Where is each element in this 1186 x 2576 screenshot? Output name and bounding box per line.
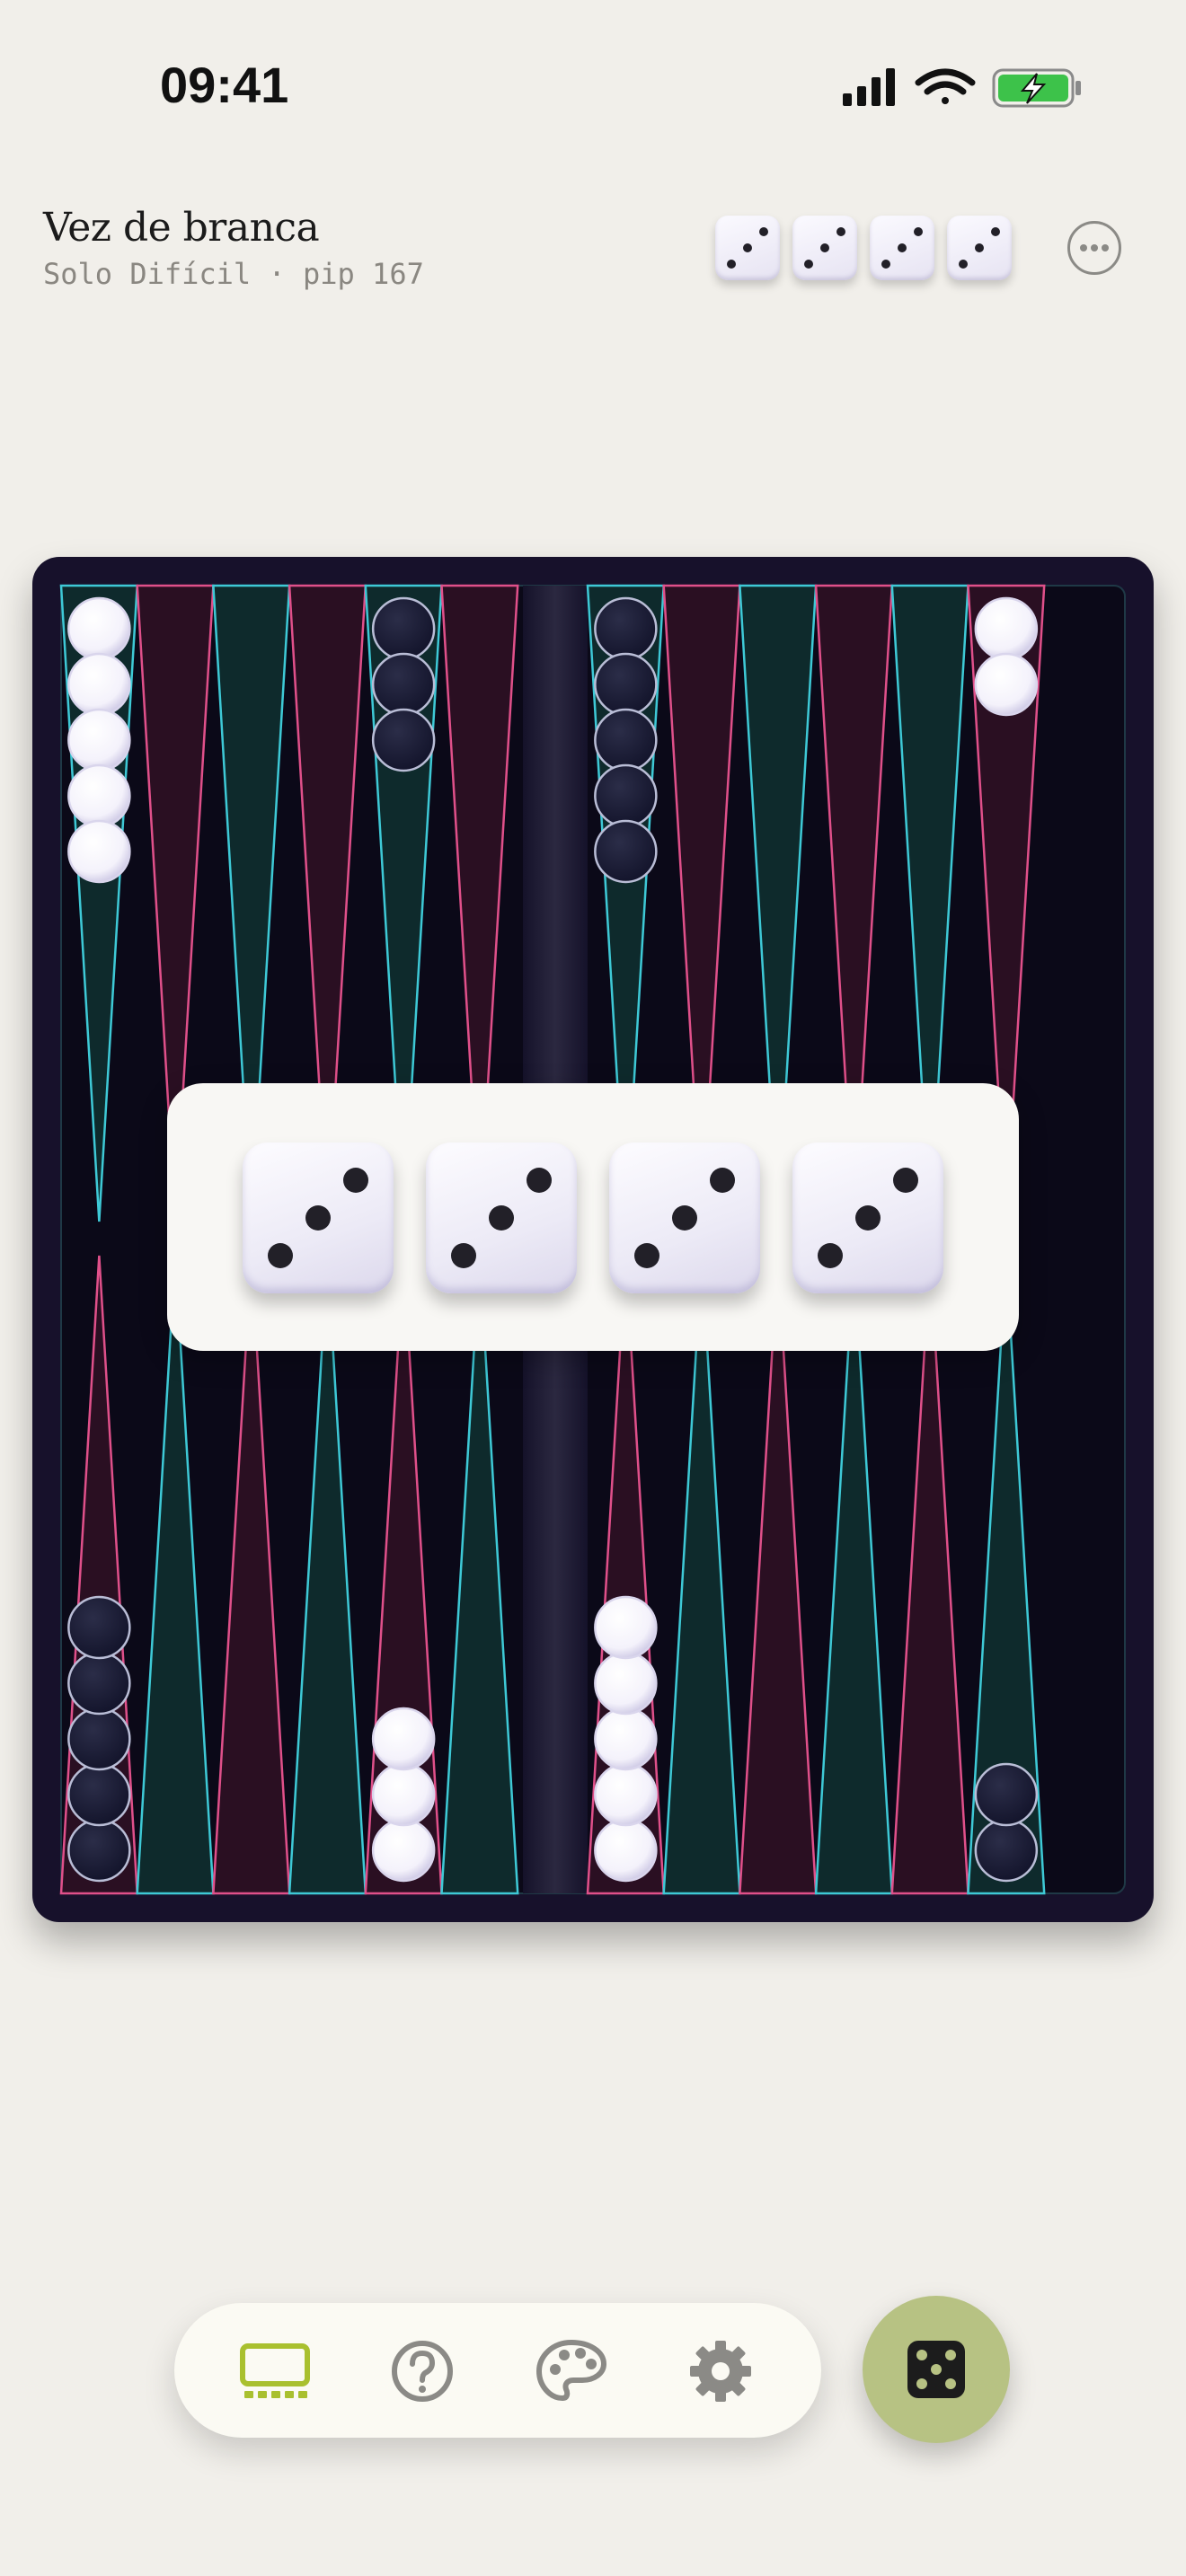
die-pip <box>959 260 968 269</box>
tab-settings[interactable] <box>679 2330 762 2413</box>
white-checker[interactable] <box>67 819 131 884</box>
black-checker[interactable] <box>67 1762 131 1827</box>
rolled-die <box>243 1142 394 1293</box>
die-pip <box>836 227 845 236</box>
white-checker[interactable] <box>594 1595 658 1660</box>
die-pip <box>343 1168 368 1193</box>
black-checker[interactable] <box>974 1818 1039 1883</box>
black-checker[interactable] <box>594 763 658 828</box>
white-checker[interactable] <box>594 1762 658 1827</box>
white-checker[interactable] <box>67 596 131 661</box>
status-bar: 09:41 <box>0 0 1186 171</box>
black-checker[interactable] <box>371 652 436 717</box>
mini-die <box>715 216 780 280</box>
status-icons <box>836 63 1087 113</box>
cellular-signal-icon <box>843 68 895 106</box>
die-pip <box>527 1168 552 1193</box>
white-checker[interactable] <box>974 652 1039 717</box>
die-pip <box>672 1205 697 1231</box>
white-checker[interactable] <box>67 652 131 717</box>
mini-die <box>870 216 934 280</box>
die-pip <box>634 1243 659 1268</box>
die-pip <box>855 1205 881 1231</box>
die-pip <box>804 260 813 269</box>
white-checker[interactable] <box>594 1651 658 1716</box>
bottom-tab-bar <box>174 2303 821 2438</box>
dice-roll-panel <box>167 1083 1019 1351</box>
black-checker[interactable] <box>67 1818 131 1883</box>
black-checker[interactable] <box>67 1707 131 1771</box>
die-pip <box>881 260 890 269</box>
mini-die <box>947 216 1012 280</box>
black-checker[interactable] <box>371 596 436 661</box>
black-checker[interactable] <box>594 708 658 772</box>
wifi-icon <box>915 68 976 104</box>
turn-title: Vez de branca <box>43 205 320 251</box>
die-pip <box>268 1243 293 1268</box>
more-options-button[interactable] <box>1067 221 1121 275</box>
palette-icon <box>536 2340 606 2401</box>
black-checker[interactable] <box>594 819 658 884</box>
die-pip <box>898 243 907 252</box>
die-pip <box>975 243 984 252</box>
white-checker[interactable] <box>67 763 131 828</box>
ellipsis-circle-icon <box>1080 244 1109 251</box>
question-circle-icon <box>392 2341 453 2402</box>
tab-board[interactable] <box>234 2330 316 2413</box>
black-checker[interactable] <box>67 1595 131 1660</box>
roll-dice-button[interactable] <box>863 2296 1010 2443</box>
die-pip <box>991 227 1000 236</box>
white-checker[interactable] <box>371 1818 436 1883</box>
die-pip <box>743 243 752 252</box>
die-pip <box>893 1168 918 1193</box>
rolled-die <box>609 1142 760 1293</box>
tab-help[interactable] <box>381 2330 464 2413</box>
gear-icon <box>690 2341 751 2402</box>
die-pip <box>727 260 736 269</box>
mini-die <box>792 216 857 280</box>
black-checker[interactable] <box>594 596 658 661</box>
die-pip <box>451 1243 476 1268</box>
white-checker[interactable] <box>371 1707 436 1771</box>
black-checker[interactable] <box>594 652 658 717</box>
white-checker[interactable] <box>974 596 1039 661</box>
tab-theme[interactable] <box>530 2330 613 2413</box>
mini-dice-row <box>715 216 1017 287</box>
dice-icon <box>907 2341 965 2398</box>
white-checker[interactable] <box>594 1818 658 1883</box>
game-mode-subtitle: Solo Difícil · pip 167 <box>43 257 424 291</box>
rolled-die <box>792 1142 943 1293</box>
die-pip <box>759 227 768 236</box>
white-checker[interactable] <box>67 708 131 772</box>
battery-charging-icon <box>992 68 1081 108</box>
white-checker[interactable] <box>371 1762 436 1827</box>
black-checker[interactable] <box>67 1651 131 1716</box>
die-pip <box>820 243 829 252</box>
rolled-die <box>426 1142 577 1293</box>
status-time: 09:41 <box>160 57 289 113</box>
die-pip <box>710 1168 735 1193</box>
die-pip <box>489 1205 514 1231</box>
game-header: Vez de branca Solo Difícil · pip 167 <box>0 189 1186 314</box>
white-checker[interactable] <box>594 1707 658 1771</box>
die-pip <box>818 1243 843 1268</box>
die-pip <box>914 227 923 236</box>
board-icon <box>240 2343 310 2398</box>
black-checker[interactable] <box>974 1762 1039 1827</box>
die-pip <box>305 1205 331 1231</box>
black-checker[interactable] <box>371 708 436 772</box>
